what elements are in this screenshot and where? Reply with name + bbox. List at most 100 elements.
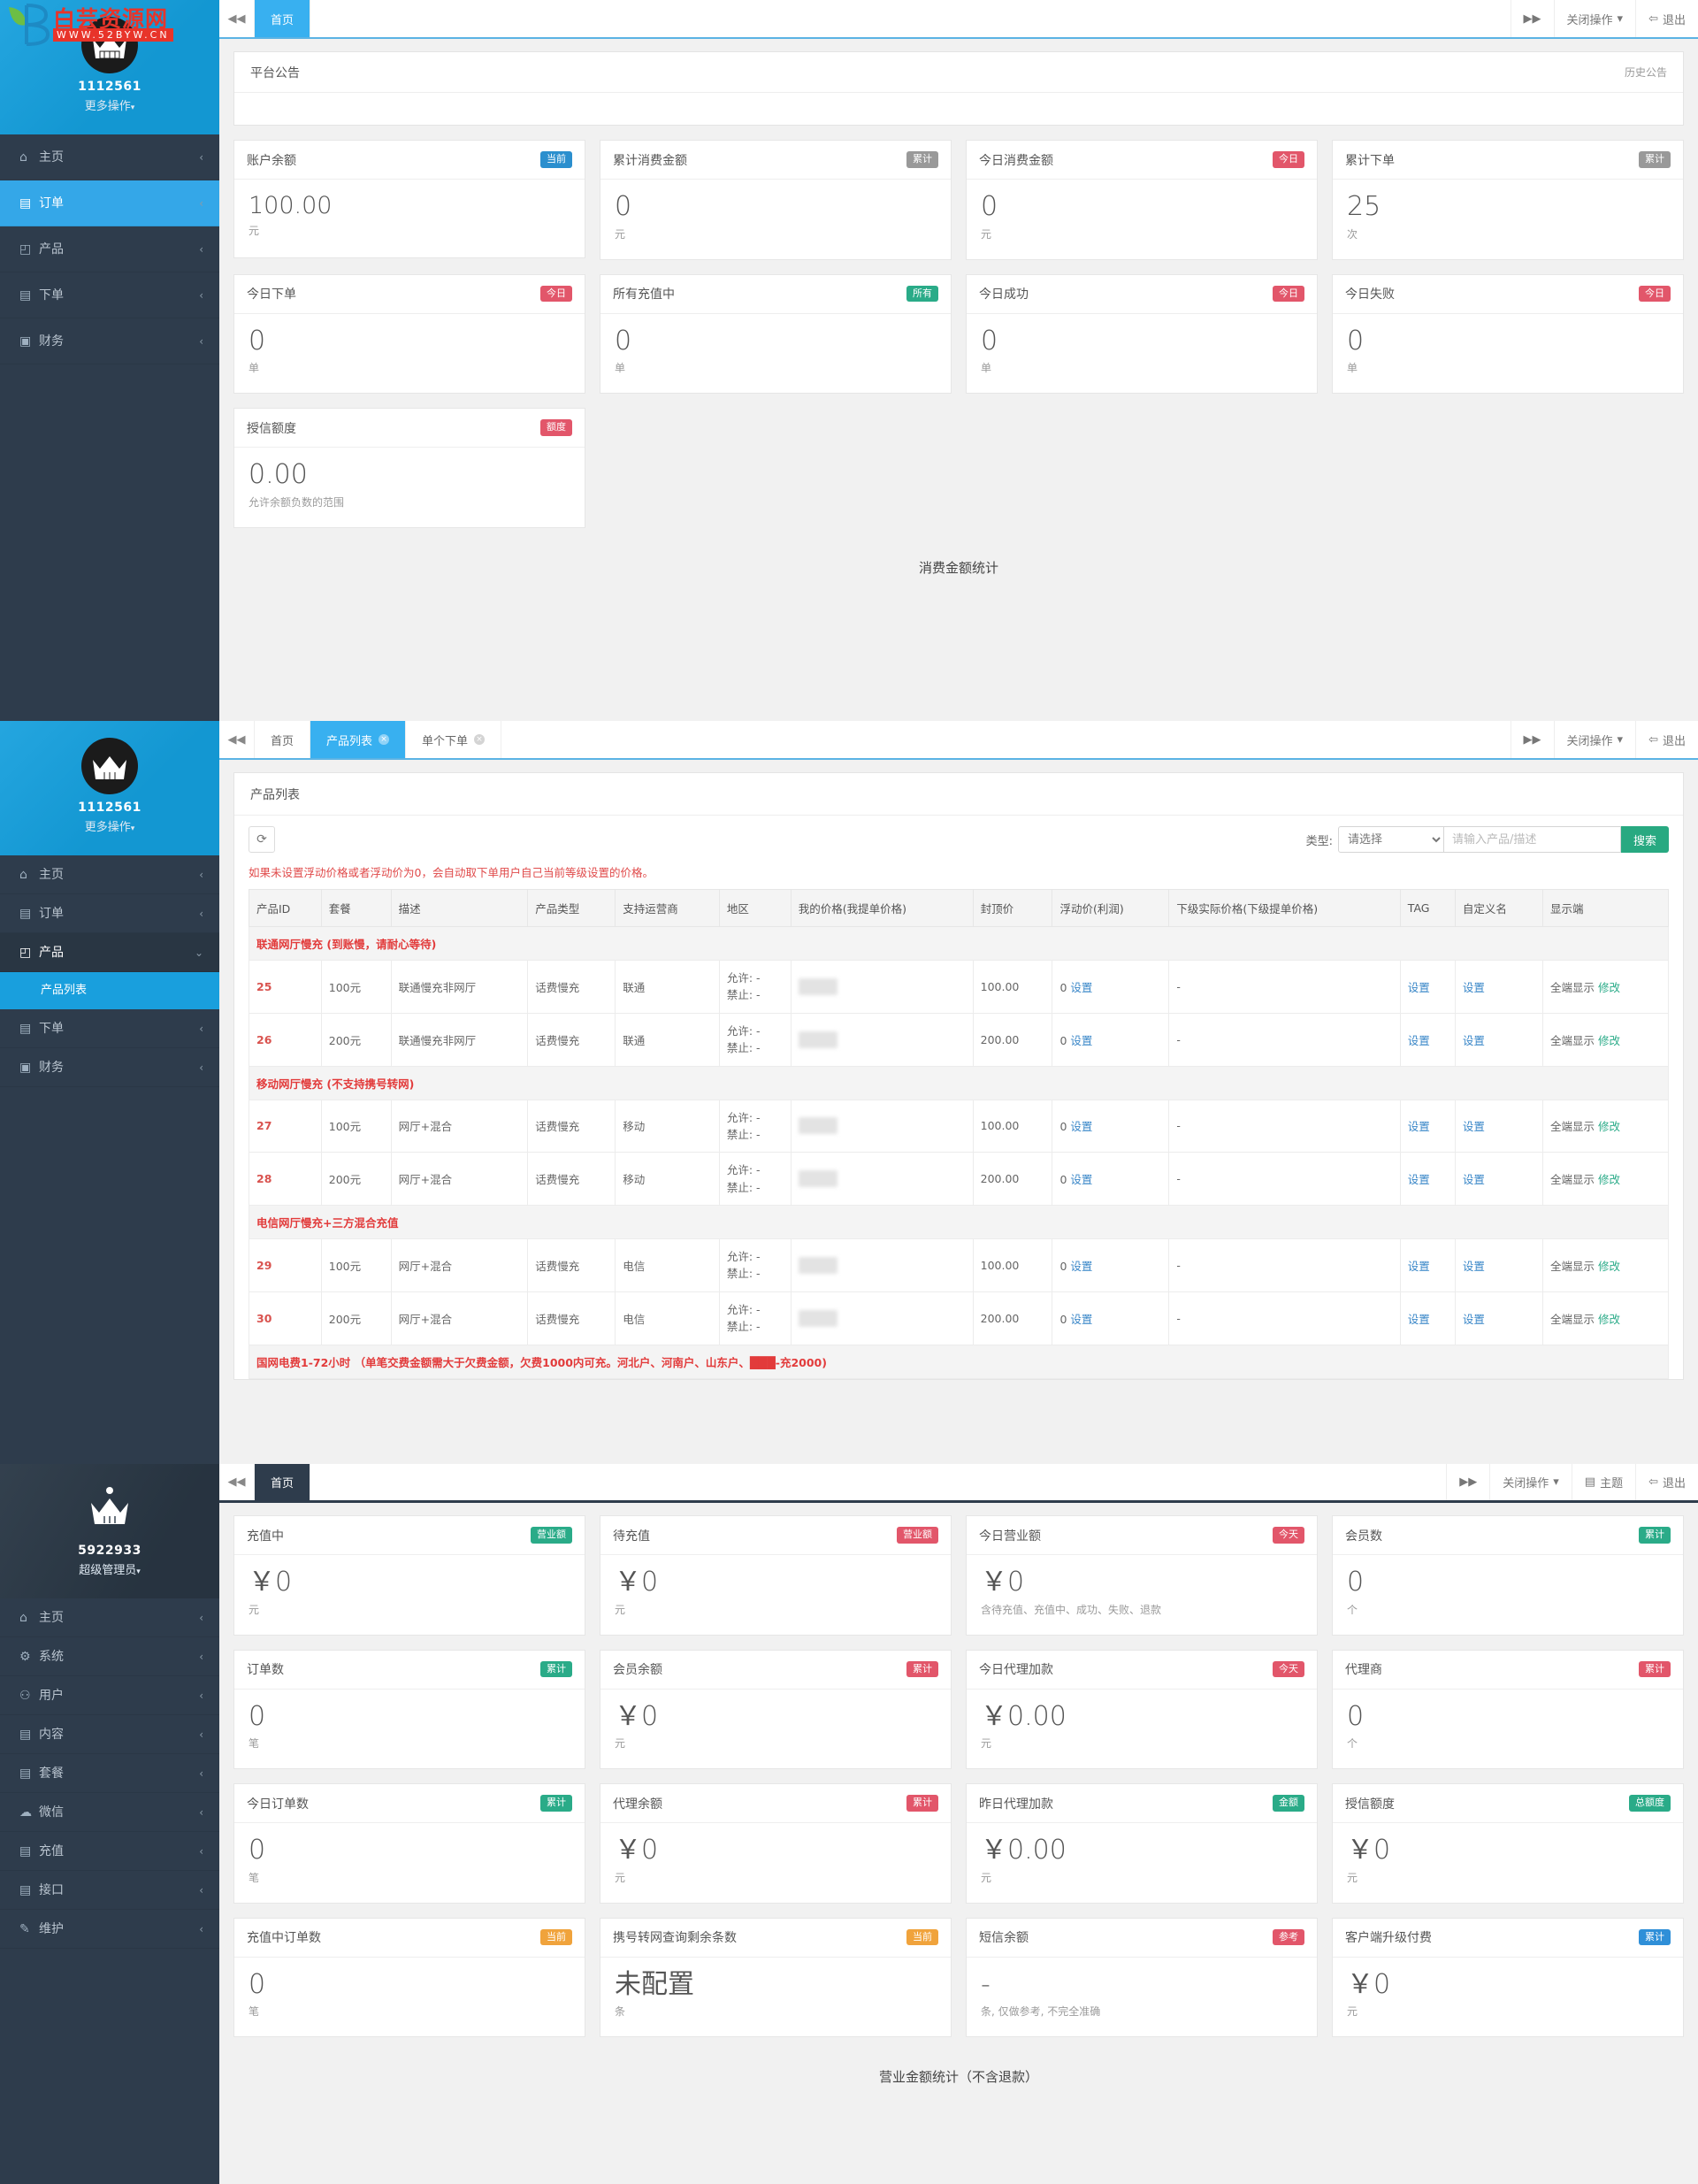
- logout-button[interactable]: ⇦ 退出: [1635, 1464, 1698, 1500]
- table-row[interactable]: 28 200元网厅+混合话费慢充移动允许: -禁止: - ￥8888 200.000 …: [249, 1152, 1670, 1206]
- table-row[interactable]: 30 200元网厅+混合话费慢充电信允许: -禁止: - ￥8888 200.000 …: [249, 1291, 1670, 1345]
- sidebar-item-finance[interactable]: ▣ 财务 ‹: [0, 318, 219, 364]
- edit-link[interactable]: 修改: [1598, 1313, 1620, 1326]
- stat-card-value: 0.00: [249, 459, 308, 490]
- sidebar-item-home[interactable]: ⌂ 主页 ‹: [0, 134, 219, 180]
- stat-card-title: 会员余额: [613, 1663, 662, 1677]
- edit-link[interactable]: 修改: [1598, 1120, 1620, 1133]
- table-column-header: 支持运营商: [615, 889, 720, 927]
- tag-set-link[interactable]: 设置: [1408, 981, 1430, 994]
- tag-set-link[interactable]: 设置: [1408, 1034, 1430, 1047]
- theme-button[interactable]: ▤ 主题: [1571, 1464, 1635, 1500]
- float-price-set-link[interactable]: 设置: [1070, 1173, 1092, 1186]
- sidebar-role[interactable]: 更多操作▾: [0, 96, 219, 113]
- tab-home[interactable]: 首页: [255, 721, 311, 758]
- gear-icon: ⚙: [19, 1650, 31, 1664]
- sidebar-item-products[interactable]: ◰ 产品 ⌄: [0, 933, 219, 972]
- edit-link[interactable]: 修改: [1598, 981, 1620, 994]
- table-cell: 27: [249, 1099, 322, 1153]
- float-price-set-link[interactable]: 设置: [1070, 1120, 1092, 1133]
- sidebar-item-place-order[interactable]: ▤ 下单 ‹: [0, 272, 219, 318]
- search-input[interactable]: [1443, 826, 1621, 853]
- refresh-icon[interactable]: ⟳: [249, 826, 275, 853]
- close-icon[interactable]: ×: [379, 734, 390, 745]
- custom-name-set-link[interactable]: 设置: [1463, 1120, 1485, 1133]
- tab-single-order[interactable]: 单个下单 ×: [406, 721, 502, 758]
- stat-card-head: 订单数 累计: [234, 1651, 585, 1690]
- sidebar-item-file[interactable]: ▤ 接口 ‹: [0, 1871, 219, 1910]
- group-label: 国网电费1-72小时 （单笔交费金额需大于欠费金额，欠费1000内可充。河北户、…: [249, 1344, 1669, 1379]
- chevron-left-icon: ‹: [199, 908, 203, 920]
- table-cell: 26: [249, 1012, 322, 1067]
- sidebar-item-wechat[interactable]: ☁ 微信 ‹: [0, 1793, 219, 1832]
- stat-card-title: 今日代理加款: [979, 1663, 1053, 1677]
- sidebar-item-orders[interactable]: ▤ 订单 ‹: [0, 894, 219, 933]
- chevron-left-icon: ‹: [199, 1690, 203, 1702]
- stat-card: 累计下单 累计 25 次: [1325, 140, 1691, 274]
- close-actions-menu[interactable]: 关闭操作 ▾: [1553, 0, 1636, 37]
- tag-set-link[interactable]: 设置: [1408, 1120, 1430, 1133]
- sidebar-item-products[interactable]: ◰ 产品 ‹: [0, 226, 219, 272]
- sidebar-subitem-product-list[interactable]: 产品列表: [0, 972, 219, 1009]
- sidebar-item-home[interactable]: ⌂ 主页 ‹: [0, 1598, 219, 1637]
- tag-set-link[interactable]: 设置: [1408, 1173, 1430, 1186]
- search-button[interactable]: 搜索: [1620, 826, 1669, 853]
- edit-link[interactable]: 修改: [1598, 1173, 1620, 1186]
- custom-name-set-link[interactable]: 设置: [1463, 1260, 1485, 1273]
- sidebar-item-gear[interactable]: ⚙ 系统 ‹: [0, 1637, 219, 1676]
- tab-strip: 首页: [255, 0, 311, 37]
- float-price-set-link[interactable]: 设置: [1070, 1034, 1092, 1047]
- caret-down-icon: ▾: [1617, 732, 1624, 747]
- stat-card: 累计消费金额 累计 0 元: [593, 140, 959, 274]
- float-price-set-link[interactable]: 设置: [1070, 981, 1092, 994]
- float-price-set-link[interactable]: 设置: [1070, 1260, 1092, 1273]
- wechat-icon: ☁: [19, 1805, 32, 1820]
- table-cell: 0 设置: [1052, 1099, 1170, 1153]
- table-column-header: 浮动价(利润): [1052, 889, 1170, 927]
- expand-tabs-button[interactable]: ▶▶: [1446, 1464, 1489, 1500]
- sidebar-role[interactable]: 更多操作▾: [0, 817, 219, 834]
- stat-card-head: 授信额度 额度: [234, 409, 585, 448]
- sidebar-item-finance[interactable]: ▣ 财务 ‹: [0, 1048, 219, 1087]
- tab-product-list[interactable]: 产品列表 ×: [310, 721, 407, 758]
- close-icon[interactable]: ×: [474, 734, 486, 745]
- chevron-double-left-icon[interactable]: ◀◀: [219, 721, 255, 758]
- custom-name-set-link[interactable]: 设置: [1463, 1313, 1485, 1326]
- table-row[interactable]: 25 100元联通慢充非网厅话费慢充联通允许: -禁止: - ￥8888 100.00…: [249, 960, 1670, 1014]
- float-price-set-link[interactable]: 设置: [1070, 1313, 1092, 1326]
- tag-set-link[interactable]: 设置: [1408, 1260, 1430, 1273]
- sidebar-item-file[interactable]: ▤ 内容 ‹: [0, 1715, 219, 1754]
- sidebar-item-home[interactable]: ⌂ 主页 ‹: [0, 855, 219, 894]
- region-cell: 允许: - 禁止: -: [726, 1110, 761, 1141]
- sidebar-item-label: 微信: [39, 1805, 64, 1820]
- custom-name-set-link[interactable]: 设置: [1463, 1034, 1485, 1047]
- chevron-double-left-icon[interactable]: ◀◀: [219, 0, 255, 37]
- notice-history-link[interactable]: 历史公告: [1625, 65, 1667, 80]
- status-badge: 累计: [906, 1795, 938, 1812]
- sidebar-item-users[interactable]: ⚇ 用户 ‹: [0, 1676, 219, 1715]
- tag-set-link[interactable]: 设置: [1408, 1313, 1430, 1326]
- custom-name-set-link[interactable]: 设置: [1463, 981, 1485, 994]
- tab-home[interactable]: 首页: [255, 0, 311, 37]
- edit-link[interactable]: 修改: [1598, 1034, 1620, 1047]
- tab-home[interactable]: 首页: [255, 1464, 311, 1500]
- close-actions-menu[interactable]: 关闭操作 ▾: [1489, 1464, 1572, 1500]
- chevron-double-left-icon[interactable]: ◀◀: [219, 1464, 255, 1500]
- expand-tabs-button[interactable]: ▶▶: [1510, 0, 1554, 37]
- table-row[interactable]: 27 100元网厅+混合话费慢充移动允许: -禁止: - ￥8888 100.000 …: [249, 1099, 1670, 1153]
- table-row[interactable]: 26 200元联通慢充非网厅话费慢充联通允许: -禁止: - ￥8888 200.00…: [249, 1012, 1670, 1067]
- sidebar-item-orders[interactable]: ▤ 订单 ‹: [0, 180, 219, 226]
- close-actions-menu[interactable]: 关闭操作 ▾: [1553, 721, 1636, 758]
- sidebar-item-file[interactable]: ▤ 充值 ‹: [0, 1832, 219, 1871]
- custom-name-set-link[interactable]: 设置: [1463, 1173, 1485, 1186]
- type-filter-select[interactable]: 请选择: [1337, 826, 1444, 853]
- logout-button[interactable]: ⇦ 退出: [1635, 721, 1698, 758]
- edit-link[interactable]: 修改: [1598, 1260, 1620, 1273]
- sidebar-item-wrench[interactable]: ✎ 维护 ‹: [0, 1910, 219, 1949]
- sidebar-item-place-order[interactable]: ▤ 下单 ‹: [0, 1009, 219, 1048]
- sidebar-item-file[interactable]: ▤ 套餐 ‹: [0, 1754, 219, 1793]
- sidebar-role[interactable]: 超级管理员▾: [0, 1560, 219, 1577]
- logout-button[interactable]: ⇦ 退出: [1635, 0, 1698, 37]
- expand-tabs-button[interactable]: ▶▶: [1510, 721, 1554, 758]
- table-row[interactable]: 29 100元网厅+混合话费慢充电信允许: -禁止: - ￥8888 100.000 …: [249, 1238, 1670, 1292]
